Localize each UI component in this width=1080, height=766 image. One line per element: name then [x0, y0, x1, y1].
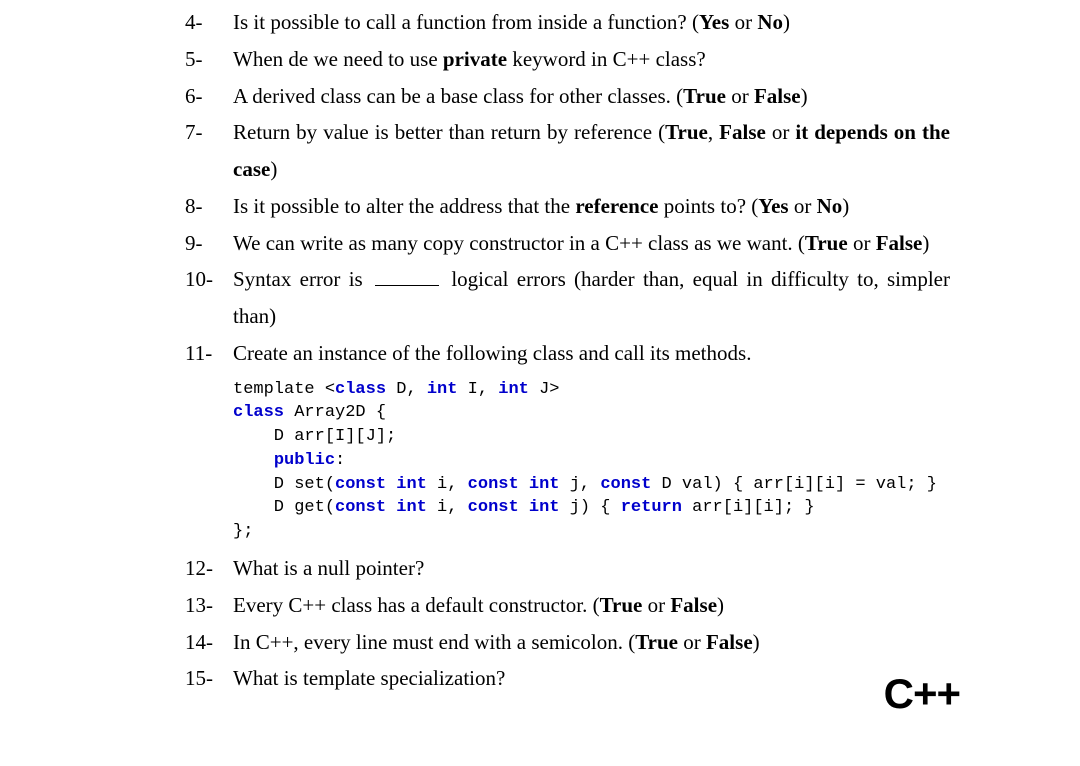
- question-list: 4-Is it possible to call a function from…: [185, 4, 950, 697]
- question-text: Is it possible to call a function from i…: [233, 4, 950, 41]
- question-number: 4-: [185, 4, 233, 41]
- document-page: 4-Is it possible to call a function from…: [0, 0, 1080, 766]
- question-text: In C++, every line must end with a semic…: [233, 624, 950, 661]
- question-item: 9- We can write as many copy constructor…: [185, 225, 950, 262]
- question-text: What is a null pointer?: [233, 550, 950, 587]
- question-text: Syntax error is logical errors (harder t…: [233, 261, 950, 335]
- cpp-logo: C++: [884, 657, 960, 731]
- question-text: When de we need to use private keyword i…: [233, 41, 950, 78]
- question-item: 10-Syntax error is logical errors (harde…: [185, 261, 950, 335]
- question-text: Is it possible to alter the address that…: [233, 188, 950, 225]
- question-item: 14-In C++, every line must end with a se…: [185, 624, 950, 661]
- question-number: 12-: [185, 550, 233, 587]
- question-item: 5-When de we need to use private keyword…: [185, 41, 950, 78]
- code-block: template <class D, int I, int J> class A…: [233, 378, 950, 545]
- code-block-wrapper: template <class D, int I, int J> class A…: [185, 378, 950, 545]
- question-item: 11-Create an instance of the following c…: [185, 335, 950, 372]
- question-number: 7-: [185, 114, 233, 188]
- question-text: Return by value is better than return by…: [233, 114, 950, 188]
- question-item: 7-Return by value is better than return …: [185, 114, 950, 188]
- question-item: 8- Is it possible to alter the address t…: [185, 188, 950, 225]
- question-item: 13-Every C++ class has a default constru…: [185, 587, 950, 624]
- question-number: 14-: [185, 624, 233, 661]
- question-text: We can write as many copy constructor in…: [233, 225, 950, 262]
- question-item: 15- What is template specialization?: [185, 660, 950, 697]
- question-number: 6-: [185, 78, 233, 115]
- question-number: 9-: [185, 225, 233, 262]
- question-number: 5-: [185, 41, 233, 78]
- question-number: 13-: [185, 587, 233, 624]
- question-number: 8-: [185, 188, 233, 225]
- question-number: 15-: [185, 660, 233, 697]
- question-text: Every C++ class has a default constructo…: [233, 587, 950, 624]
- question-item: 6-A derived class can be a base class fo…: [185, 78, 950, 115]
- question-item: 12-What is a null pointer?: [185, 550, 950, 587]
- question-text: Create an instance of the following clas…: [233, 335, 950, 372]
- question-text: What is template specialization?: [233, 660, 950, 697]
- question-number: 11-: [185, 335, 233, 372]
- question-number: 10-: [185, 261, 233, 335]
- question-text: A derived class can be a base class for …: [233, 78, 950, 115]
- question-item: 4-Is it possible to call a function from…: [185, 4, 950, 41]
